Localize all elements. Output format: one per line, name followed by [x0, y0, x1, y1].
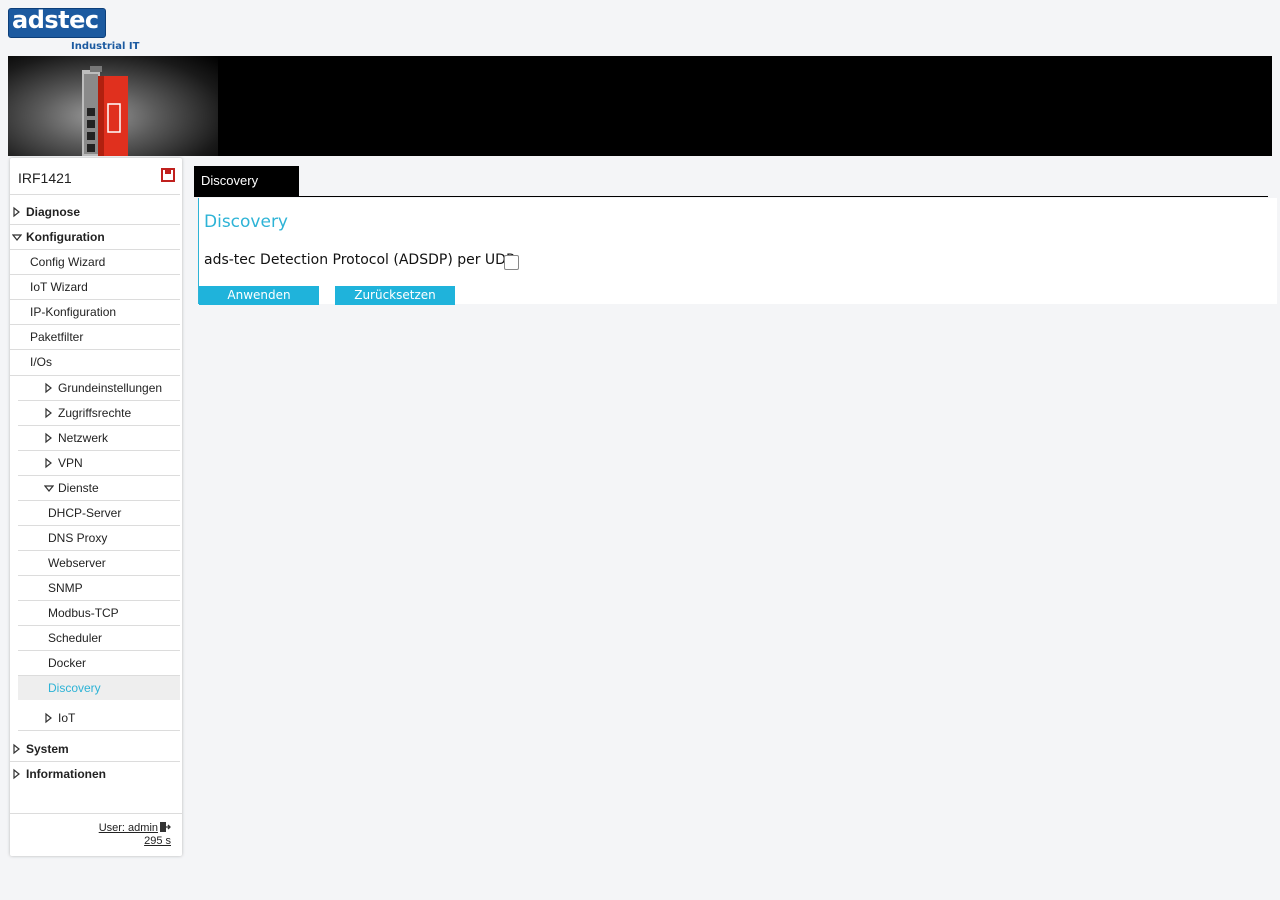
- caret-right-icon: [13, 206, 20, 218]
- menu-item-modbus-tcp[interactable]: Modbus-TCP: [18, 601, 180, 626]
- menu-label: Modbus-TCP: [48, 606, 119, 620]
- menu-item-grundeinstellungen[interactable]: Grundeinstellungen: [18, 376, 180, 401]
- router-device-image: [82, 66, 128, 156]
- menu-label: Konfiguration: [26, 230, 105, 244]
- menu-item-scheduler[interactable]: Scheduler: [18, 626, 180, 651]
- caret-right-icon: [45, 712, 52, 724]
- menu-label: Informationen: [26, 767, 106, 781]
- caret-right-icon: [45, 457, 52, 469]
- caret-right-icon: [45, 432, 52, 444]
- menu-item-informationen[interactable]: Informationen: [10, 762, 180, 786]
- caret-down-icon: [12, 234, 22, 241]
- menu-label: I/Os: [30, 355, 53, 369]
- menu-item-system[interactable]: System: [10, 737, 180, 762]
- menu-label: Netzwerk: [58, 431, 109, 445]
- menu-label: DHCP-Server: [48, 506, 122, 520]
- header-banner: [8, 56, 1272, 156]
- session-timer: 295 s: [144, 835, 171, 847]
- menu-item-snmp[interactable]: SNMP: [18, 576, 180, 601]
- menu-item-docker[interactable]: Docker: [18, 651, 180, 676]
- tab-discovery[interactable]: Discovery: [194, 166, 299, 196]
- sidebar-footer: User: admin 295 s: [10, 813, 182, 857]
- page-title: Discovery: [204, 212, 288, 232]
- menu-label: IP-Konfiguration: [30, 305, 117, 319]
- menu-item-ios[interactable]: I/Os: [10, 350, 180, 376]
- logout-icon[interactable]: [159, 821, 171, 833]
- menu-item-discovery[interactable]: Discovery: [18, 676, 180, 700]
- menu-label: IoT: [58, 711, 76, 725]
- menu-item-dhcp-server[interactable]: DHCP-Server: [18, 501, 180, 526]
- menu-item-dienste[interactable]: Dienste: [18, 476, 180, 501]
- adsdp-checkbox[interactable]: [504, 255, 519, 270]
- caret-right-icon: [45, 407, 52, 419]
- menu-label: SNMP: [48, 581, 83, 595]
- user-link[interactable]: User: admin: [99, 822, 158, 834]
- adsdp-label: ads-tec Detection Protocol (ADSDP) per U…: [204, 252, 520, 268]
- menu-item-vpn[interactable]: VPN: [18, 451, 180, 476]
- menu-label: IoT Wizard: [30, 280, 88, 294]
- sidebar: IRF1421 Diagnose Konfiguration Config Wi…: [10, 158, 182, 856]
- menu-item-zugriffsrechte[interactable]: Zugriffsrechte: [18, 401, 180, 426]
- menu-label: Scheduler: [48, 631, 103, 645]
- menu-item-konfiguration[interactable]: Konfiguration: [10, 225, 180, 250]
- logo-text: adstec: [12, 6, 99, 34]
- caret-down-icon: [44, 485, 54, 492]
- menu-label: Discovery: [48, 681, 101, 695]
- menu-item-iot-wizard[interactable]: IoT Wizard: [10, 275, 180, 300]
- menu-label: Docker: [48, 656, 87, 670]
- logo-subtitle: Industrial IT: [71, 41, 140, 52]
- menu-item-webserver[interactable]: Webserver: [18, 551, 180, 576]
- menu-item-paketfilter[interactable]: Paketfilter: [10, 325, 180, 350]
- menu-label: System: [26, 742, 69, 756]
- menu-label: VPN: [58, 456, 83, 470]
- caret-right-icon: [13, 743, 20, 755]
- menu-label: Zugriffsrechte: [58, 406, 132, 420]
- tab-bar: Discovery: [194, 166, 1268, 197]
- adstec-logo: adstec Industrial IT: [8, 6, 140, 54]
- menu-label: Paketfilter: [30, 330, 84, 344]
- content-panel: Discovery ads-tec Detection Protocol (AD…: [198, 198, 1277, 305]
- menu-item-netzwerk[interactable]: Netzwerk: [18, 426, 180, 451]
- caret-right-icon: [45, 382, 52, 394]
- apply-button[interactable]: Anwenden: [199, 286, 319, 305]
- menu-item-diagnose[interactable]: Diagnose: [10, 200, 180, 225]
- caret-right-icon: [13, 768, 20, 780]
- menu-label: DNS Proxy: [48, 531, 108, 545]
- menu-label: Grundeinstellungen: [58, 381, 163, 395]
- reset-button[interactable]: Zurücksetzen: [335, 286, 455, 305]
- menu-item-iot[interactable]: IoT: [18, 706, 180, 731]
- menu-item-dns-proxy[interactable]: DNS Proxy: [18, 526, 180, 551]
- device-name: IRF1421: [18, 170, 72, 186]
- menu-label: Webserver: [48, 556, 106, 570]
- device-header: IRF1421: [10, 158, 180, 195]
- menu-label: Dienste: [58, 481, 99, 495]
- menu-label: Config Wizard: [30, 255, 106, 269]
- nav-menu: Diagnose Konfiguration Config Wizard IoT…: [10, 200, 180, 786]
- menu-item-ip-konfiguration[interactable]: IP-Konfiguration: [10, 300, 180, 325]
- menu-label: Diagnose: [26, 205, 81, 219]
- menu-item-config-wizard[interactable]: Config Wizard: [10, 250, 180, 275]
- save-icon[interactable]: [161, 168, 175, 182]
